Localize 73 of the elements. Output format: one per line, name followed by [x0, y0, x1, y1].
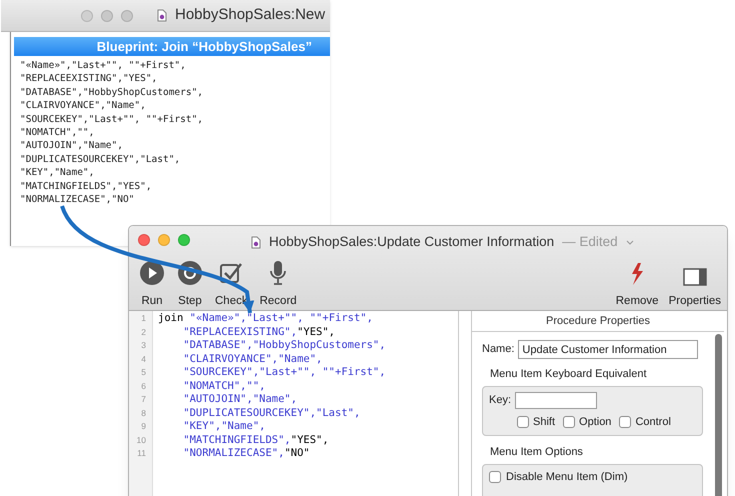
- code-line: "DUPLICATESOURCEKEY","Last",: [20, 152, 182, 166]
- line-number: 7: [140, 393, 147, 406]
- line-number: 4: [140, 352, 147, 366]
- checkbox-label: Disable Menu Item (Dim): [506, 470, 628, 484]
- scrollbar[interactable]: [713, 334, 723, 496]
- document-icon: [157, 9, 167, 22]
- zoom-button[interactable]: [121, 10, 133, 22]
- code-line: "«Name»","Last+"", ""+First",: [20, 59, 187, 72]
- window-title: HobbyShopSales:New: [175, 5, 326, 26]
- code-line: "AUTOJOIN","Name",: [20, 139, 124, 153]
- group-title: Menu Item Options: [489, 445, 584, 460]
- panel-header: Procedure Properties: [472, 311, 724, 332]
- code-line: "NOMATCH","",: [182, 380, 266, 393]
- code-line: "NORMALIZECASE","NO": [20, 193, 136, 206]
- code-editor[interactable]: [129, 311, 459, 496]
- code-line: "SOURCEKEY","Last+"", ""+First",: [182, 366, 386, 380]
- lightning-icon: [629, 262, 646, 286]
- code-line: "CLAIRVOYANCE","Name",: [20, 99, 147, 113]
- code-line: "KEY","Name",: [182, 420, 266, 434]
- field-label: Name:: [482, 342, 514, 358]
- name-field[interactable]: Update Customer Information: [518, 340, 698, 359]
- minimize-button[interactable]: [101, 10, 113, 22]
- code-line: "KEY","Name",: [20, 166, 96, 180]
- microphone-icon: [268, 260, 288, 286]
- code-line: "REPLACEEXISTING","YES",: [20, 72, 158, 86]
- group-title: Menu Item Keyboard Equivalent: [489, 367, 648, 382]
- line-number: 1: [140, 312, 147, 325]
- code-line: "SOURCEKEY","Last+"", ""+First",: [20, 112, 204, 126]
- code-line: join "«Name»","Last+"", ""+First",: [158, 312, 374, 326]
- line-number: 11: [136, 447, 147, 460]
- code-line: "DATABASE","HobbyShopCustomers",: [20, 86, 204, 100]
- sidebar-icon: [682, 268, 707, 286]
- chevron-down-icon[interactable]: [626, 240, 634, 245]
- field-label: Key:: [489, 392, 512, 408]
- line-number: 5: [140, 366, 147, 379]
- document-icon: [251, 236, 261, 249]
- code-line: "AUTOJOIN","Name",: [182, 393, 298, 406]
- code-line: "DUPLICATESOURCEKEY","Last",: [182, 406, 362, 420]
- line-number: 9: [140, 420, 147, 433]
- toolbar-button[interactable]: Check: [215, 260, 248, 307]
- checkbox[interactable]: [517, 416, 529, 428]
- toolbar-button[interactable]: Remove: [616, 262, 659, 307]
- code-line: "CLAIRVOYANCE","Name",: [182, 352, 324, 366]
- checkbox[interactable]: [563, 416, 576, 428]
- code-line: "DATABASE","HobbyShopCustomers",: [182, 339, 386, 352]
- line-number: 10: [136, 434, 147, 446]
- panel-header: Blueprint: Join “HobbyShopSales”: [14, 37, 330, 56]
- line-number: 6: [140, 380, 147, 392]
- code-line: "REPLACEEXISTING","YES",: [182, 326, 336, 339]
- play-icon: [139, 260, 165, 286]
- code-line: "NORMALIZECASE","NO": [182, 447, 311, 460]
- line-number: 8: [140, 406, 147, 420]
- toolbar-button[interactable]: Record: [260, 260, 297, 307]
- stop-icon: [177, 260, 203, 286]
- code-line: "MATCHINGFIELDS","YES",: [20, 180, 153, 194]
- code-line: "NOMATCH","",: [20, 126, 96, 140]
- checkbox[interactable]: [619, 416, 632, 428]
- checkbox-label: Option: [579, 414, 612, 430]
- line-number: 2: [140, 326, 147, 338]
- toolbar-button[interactable]: Properties: [668, 268, 721, 307]
- checkbox-label: Control: [635, 414, 671, 430]
- key-field[interactable]: [515, 392, 598, 408]
- close-button[interactable]: [138, 234, 150, 246]
- toolbar-button[interactable]: Step: [177, 260, 203, 307]
- code-line: "MATCHINGFIELDS","YES",: [182, 434, 330, 447]
- checkbox-label: Shift: [533, 414, 556, 430]
- zoom-button[interactable]: [178, 234, 190, 246]
- minimize-button[interactable]: [158, 234, 170, 246]
- checkbox[interactable]: [489, 470, 501, 483]
- edited-status: — Edited: [562, 233, 618, 251]
- toolbar-button[interactable]: Run: [139, 260, 165, 307]
- line-number: 3: [140, 339, 147, 352]
- window-title: HobbyShopSales:Update Customer Information: [269, 233, 554, 251]
